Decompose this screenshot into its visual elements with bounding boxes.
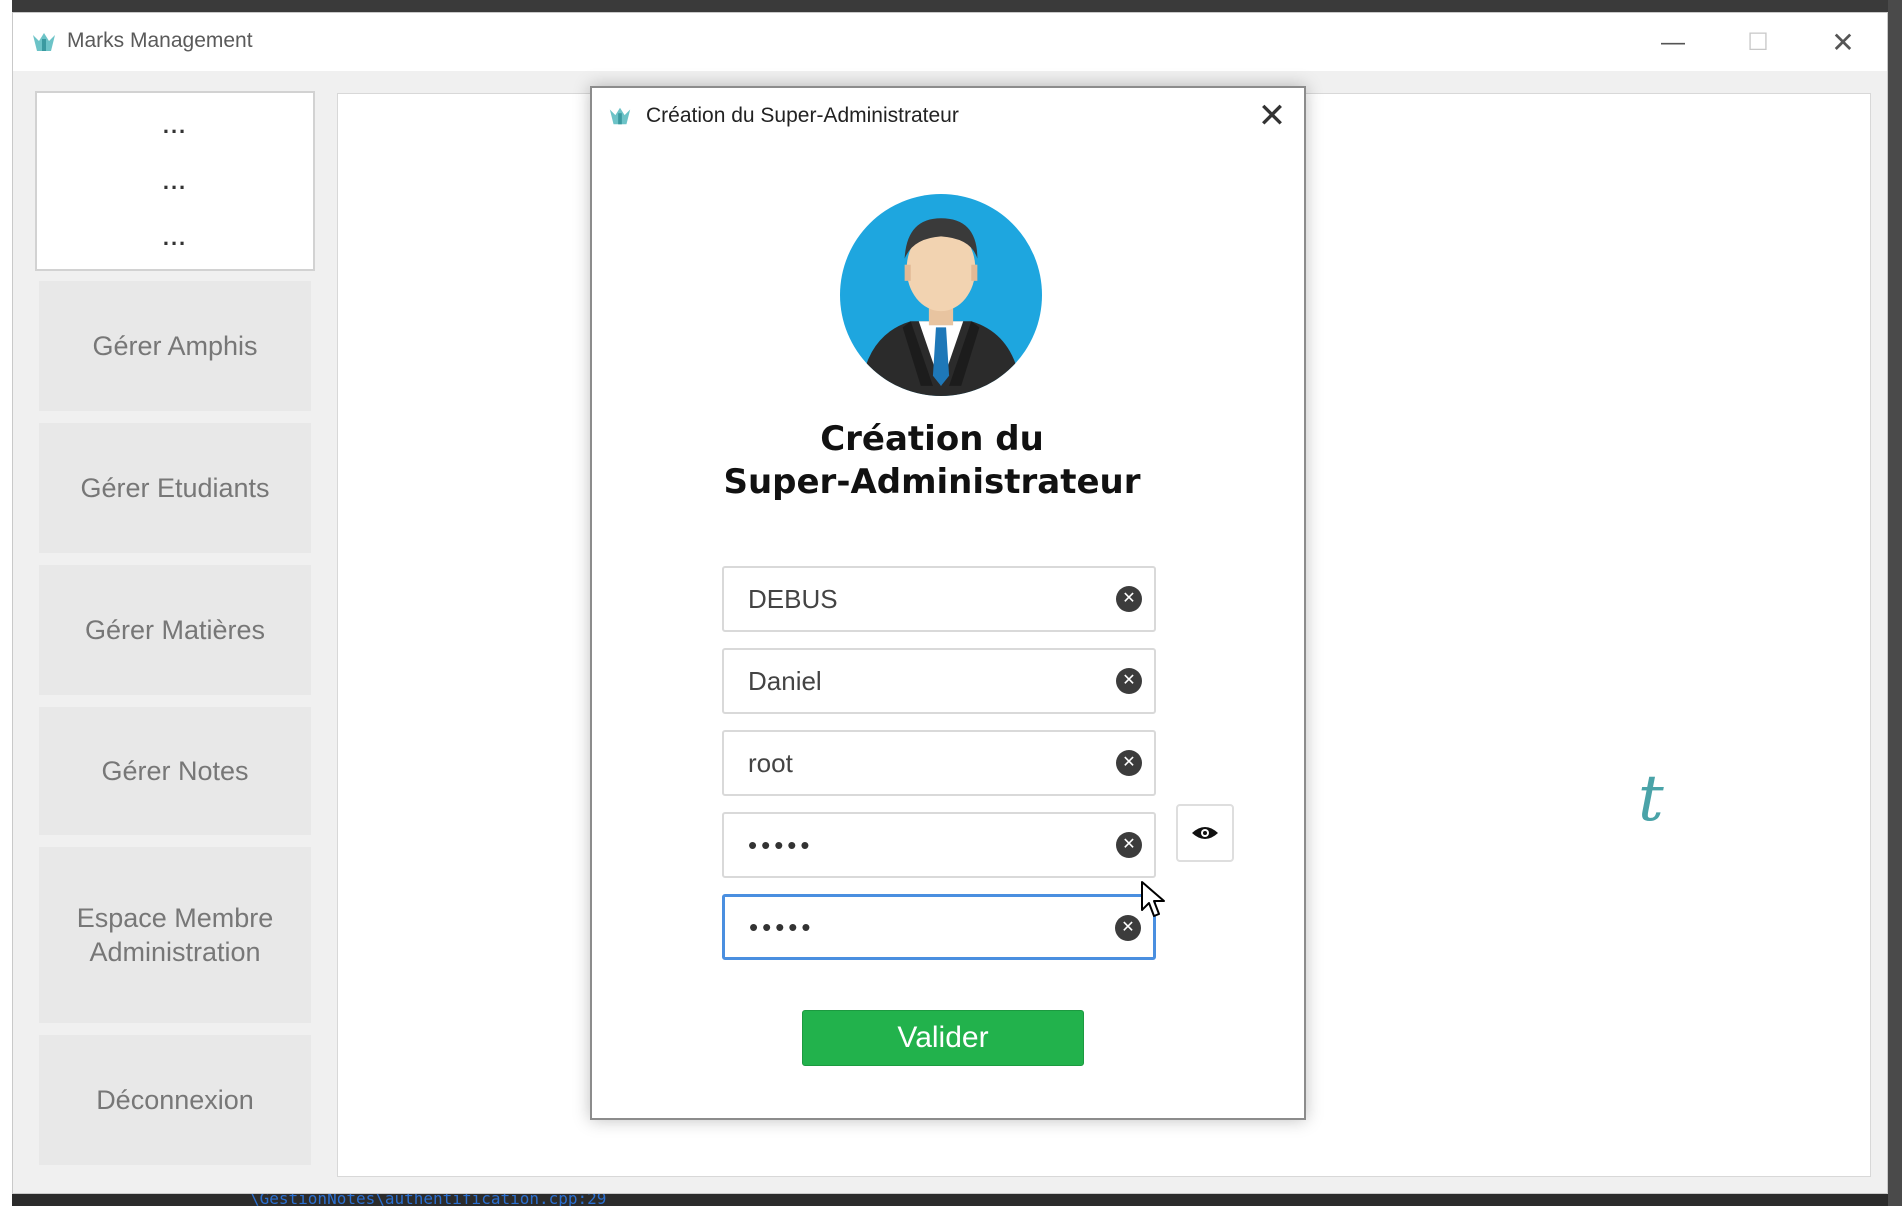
placeholder-line: ... — [162, 169, 188, 194]
clear-icon[interactable]: ✕ — [1116, 668, 1142, 694]
nav-gerer-matieres-button[interactable]: Gérer Matières — [39, 565, 311, 695]
user-info-box: ... ... ... — [35, 91, 315, 271]
nom-field[interactable]: ✕ — [722, 566, 1156, 632]
confirm-password-field[interactable]: ✕ — [722, 894, 1156, 960]
background-text: t — [1638, 762, 1664, 836]
window-close-button[interactable]: ✕ — [1813, 23, 1873, 63]
clear-icon[interactable]: ✕ — [1116, 586, 1142, 612]
eye-icon — [1192, 827, 1218, 839]
nav-deconnexion-button[interactable]: Déconnexion — [39, 1035, 311, 1165]
prenom-input[interactable] — [748, 650, 1108, 712]
dialog-title: Création du Super-Administrateur — [646, 104, 959, 127]
dialog-close-button[interactable]: ✕ — [1250, 94, 1294, 138]
nav-espace-membre-button[interactable]: Espace Membre Administration — [39, 847, 311, 1023]
nav-label: Gérer Matières — [84, 615, 266, 645]
login-field[interactable]: ✕ — [722, 730, 1156, 796]
nav-gerer-amphis-button[interactable]: Gérer Amphis — [39, 281, 311, 411]
maximize-button[interactable]: ☐ — [1728, 23, 1788, 63]
nav-label: Gérer Amphis — [92, 331, 258, 361]
heading-line-2: Super-Administrateur — [723, 462, 1141, 502]
nav-gerer-notes-button[interactable]: Gérer Notes — [39, 707, 311, 835]
clear-icon[interactable]: ✕ — [1116, 832, 1142, 858]
super-admin-dialog: Création du Super-Administrateur ✕ Créat… — [590, 86, 1306, 1120]
app-logo-icon — [33, 33, 55, 51]
dialog-title-bar: Création du Super-Administrateur ✕ — [592, 88, 1304, 144]
prenom-field[interactable]: ✕ — [722, 648, 1156, 714]
valider-button[interactable]: Valider — [802, 1010, 1084, 1066]
show-password-button[interactable] — [1176, 804, 1234, 862]
ide-background-strip — [0, 0, 12, 1206]
nav-label: Gérer Etudiants — [80, 473, 270, 503]
nav-label: Déconnexion — [96, 1085, 254, 1115]
user-avatar-icon — [840, 194, 1042, 396]
clear-icon[interactable]: ✕ — [1116, 750, 1142, 776]
nom-input[interactable] — [748, 568, 1108, 630]
nav-label: Espace Membre Administration — [76, 903, 274, 967]
mouse-cursor-icon — [1141, 881, 1165, 917]
heading-line-1: Création du — [820, 419, 1044, 459]
app-logo-icon — [609, 107, 631, 125]
ide-top-bar — [0, 0, 1902, 12]
nav-gerer-etudiants-button[interactable]: Gérer Etudiants — [39, 423, 311, 553]
dialog-heading: Création du Super-Administrateur — [592, 418, 1272, 504]
title-bar: Marks Management — ☐ ✕ — [13, 13, 1887, 71]
password-input[interactable] — [748, 814, 1108, 876]
placeholder-line: ... — [162, 113, 188, 138]
minimize-button[interactable]: — — [1643, 23, 1703, 63]
clear-icon[interactable]: ✕ — [1115, 915, 1141, 941]
nav-label: Gérer Notes — [101, 756, 249, 786]
confirm-password-input[interactable] — [749, 897, 1109, 957]
password-field[interactable]: ✕ — [722, 812, 1156, 878]
login-input[interactable] — [748, 732, 1108, 794]
ide-right-strip — [1888, 0, 1902, 1206]
ide-bottom-path: \GestionNotes\authentification.cpp:29 — [250, 1192, 607, 1206]
window-title: Marks Management — [67, 29, 253, 52]
placeholder-line: ... — [162, 225, 188, 250]
